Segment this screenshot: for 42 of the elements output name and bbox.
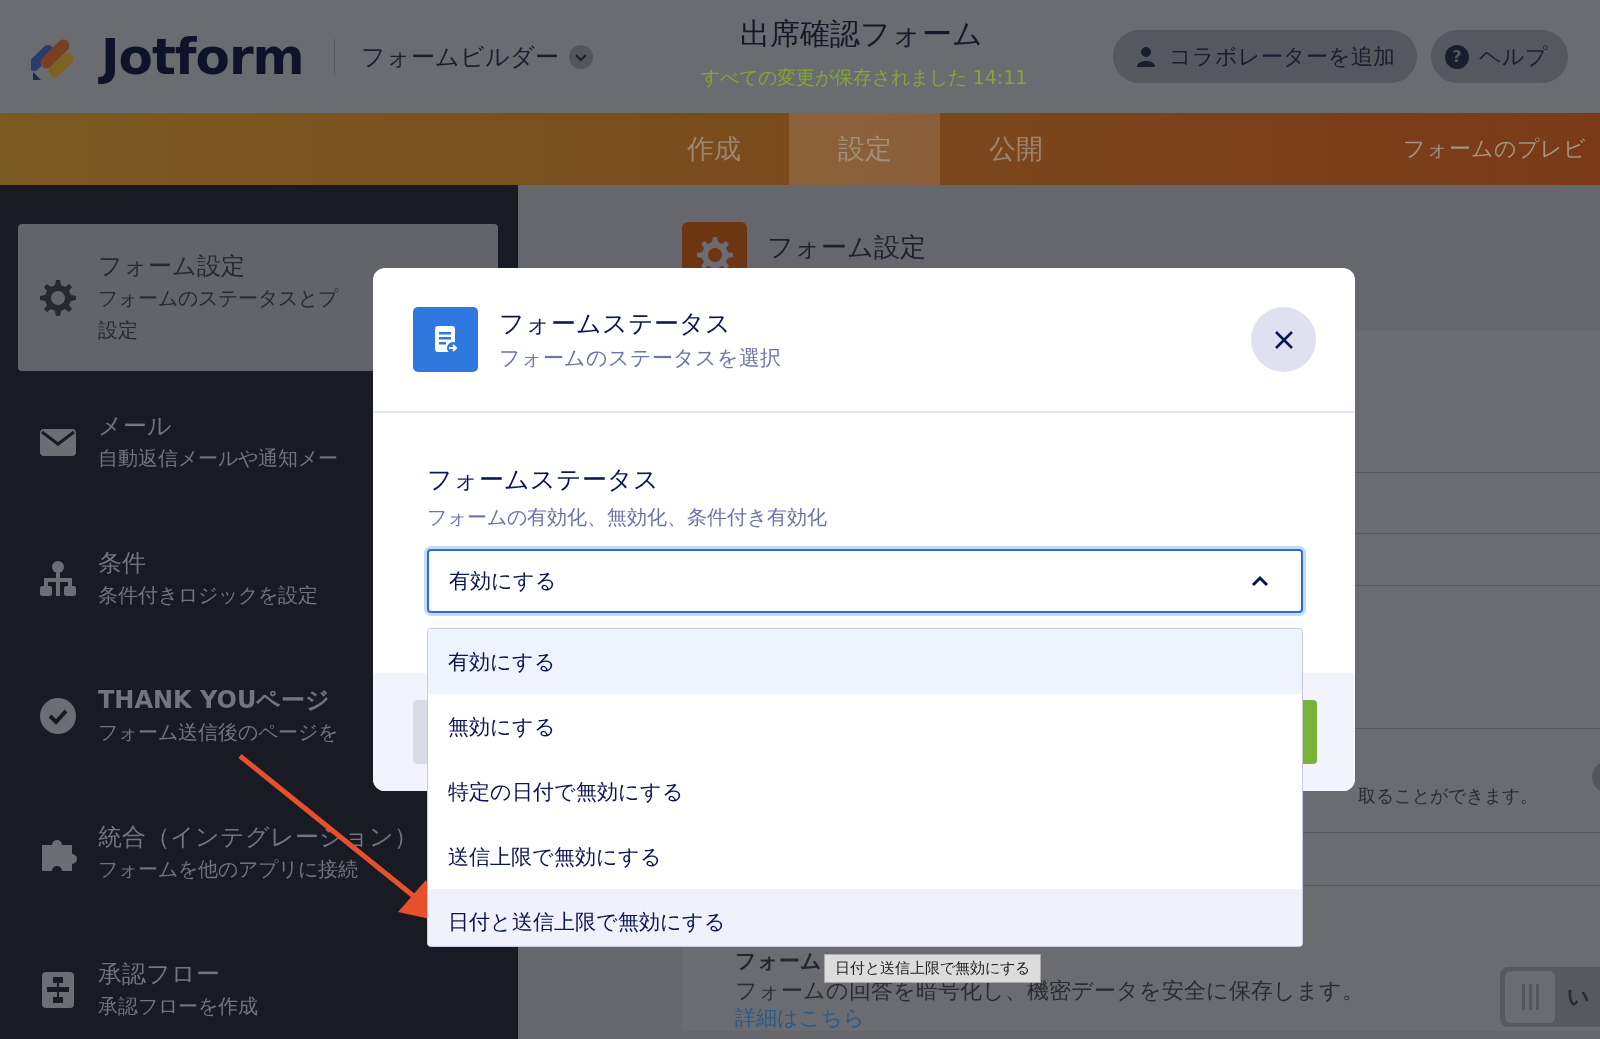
dropdown-option[interactable]: 特定の日付で無効にする — [428, 759, 1302, 824]
sidebar-item-title: THANK YOUページ — [98, 685, 332, 716]
add-collaborator-button[interactable]: コラボレーターを追加 — [1113, 30, 1417, 83]
chevron-down-icon — [568, 44, 593, 69]
sidebar-item[interactable]: 承認フロー 承認フローを作成 — [18, 958, 498, 1022]
form-title: 出席確認フォーム — [739, 15, 983, 53]
field-hint: フォームの有効化、無効化、条件付き有効化 — [427, 504, 828, 531]
close-icon — [1273, 329, 1294, 350]
preview-link[interactable]: フォームのプレビ — [1403, 134, 1586, 164]
sidebar-item-description: フォーム送信後のページを — [98, 719, 338, 746]
sidebar-item-title: 条件 — [98, 548, 147, 579]
help-button[interactable]: ? ヘルプ — [1431, 30, 1568, 83]
field-label: フォームステータス — [427, 464, 660, 496]
save-status: すべての変更が保存されました 14:11 — [700, 65, 1028, 90]
builder-menu[interactable]: フォームビルダー — [360, 40, 559, 73]
dropdown-option[interactable]: 日付と送信上限で無効にする — [428, 889, 1302, 946]
sidebar-item-description: 承認フローを作成 — [98, 993, 258, 1020]
dropdown-option[interactable]: 有効にする — [428, 629, 1302, 694]
dropdown-option[interactable]: 送信上限で無効にする — [428, 824, 1302, 889]
sidebar-item-title: メール — [98, 411, 173, 442]
tooltip: 日付と送信上限で無効にする — [824, 954, 1041, 983]
setting-title: フォーム — [735, 948, 822, 975]
dropdown-option[interactable]: 無効にする — [428, 694, 1302, 759]
sidebar-item-title: フォーム設定 — [98, 250, 246, 282]
check-circle-icon — [38, 696, 78, 736]
sidebar-item-title: 承認フロー — [98, 959, 221, 990]
setting-description: 取ることができます。 — [1358, 783, 1538, 808]
tab[interactable]: 作成 — [638, 113, 789, 185]
modal-title: フォームステータス — [499, 308, 732, 340]
sidebar-item-description: 条件付きロジックを設定 — [98, 582, 318, 609]
sidebar-item-description: 設定 — [98, 316, 139, 344]
tab[interactable]: 公開 — [940, 113, 1091, 185]
settings-icon — [38, 277, 78, 318]
sidebar-item-description: フォームを他のアプリに接続 — [98, 856, 359, 883]
sidebar-item-description: 自動返信メールや通知メー — [98, 445, 338, 472]
section-heading: フォーム設定 — [767, 231, 926, 264]
chevron-up-icon — [1251, 574, 1269, 588]
sidebar-item-description: フォームのステータスとプ — [98, 284, 338, 312]
status-select[interactable]: 有効にする — [427, 549, 1303, 613]
modal-subtitle: フォームのステータスを選択 — [499, 345, 781, 372]
hierarchy-icon — [38, 559, 78, 599]
help-icon: ? — [1445, 44, 1469, 69]
